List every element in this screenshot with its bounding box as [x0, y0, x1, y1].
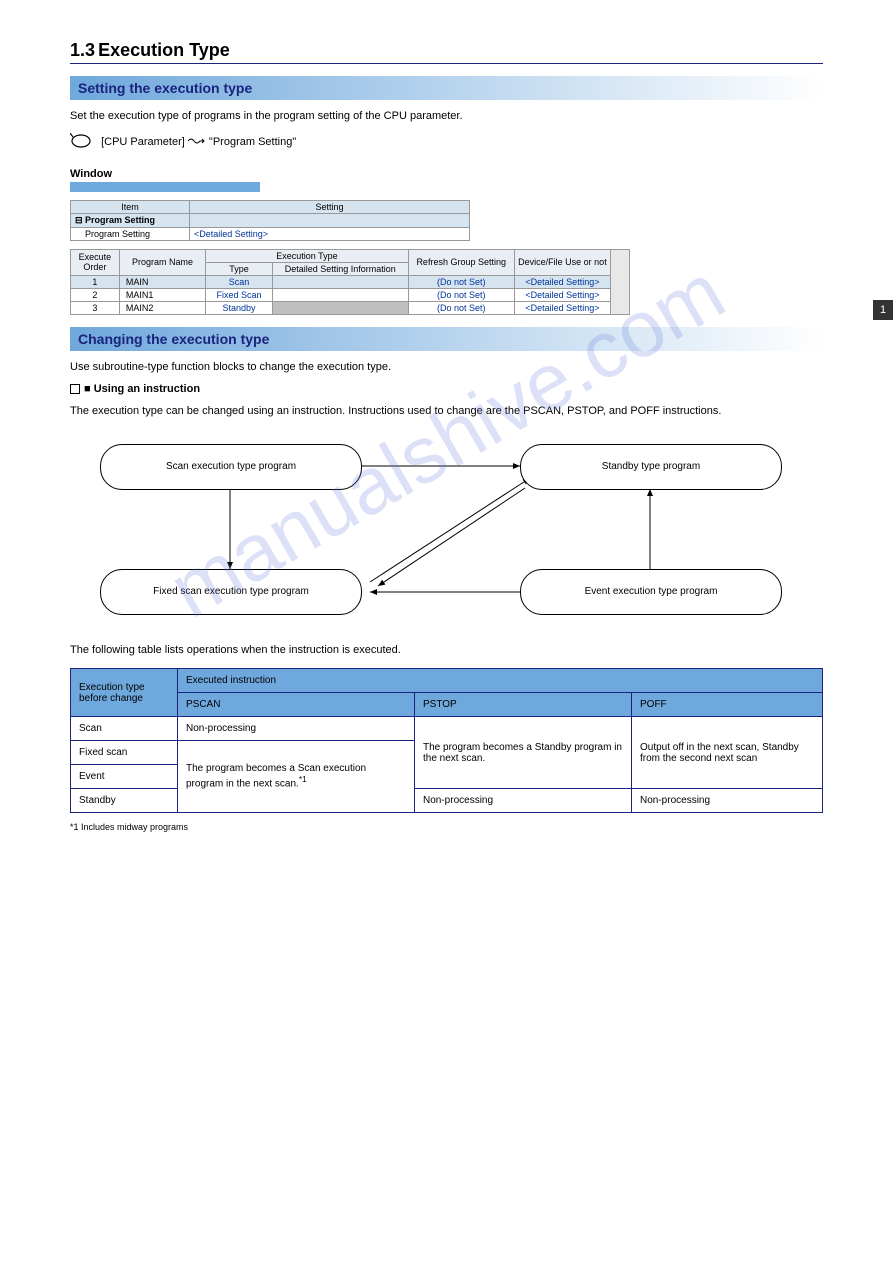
- table-desc: The following table lists operations whe…: [70, 642, 823, 659]
- cell-poff: Non-processing: [632, 789, 823, 813]
- cell-type: Fixed scan: [71, 741, 178, 765]
- ps-child-value[interactable]: <Detailed Setting>: [190, 227, 470, 240]
- cell-detail: [272, 288, 408, 301]
- cell-type: Standby: [71, 789, 178, 813]
- param-table: Item Setting ⊟ Program Setting Program S…: [70, 200, 470, 241]
- window-label: Window: [70, 168, 823, 180]
- flow-desc: The execution type can be changed using …: [70, 403, 823, 420]
- ps-child-label[interactable]: Program Setting: [71, 227, 190, 240]
- exec-table: Execute Order Program Name Execution Typ…: [70, 249, 630, 315]
- cell-device[interactable]: <Detailed Setting>: [514, 301, 610, 314]
- table-row[interactable]: 3 MAIN2 Standby (Do not Set) <Detailed S…: [71, 301, 630, 314]
- cell-type: Scan: [71, 717, 178, 741]
- th-exec-order: Execute Order: [71, 249, 120, 275]
- th-instr: Executed instruction: [178, 669, 823, 693]
- section-number: 1.3: [70, 40, 95, 60]
- th-pstop: PSTOP: [415, 693, 632, 717]
- cell-type[interactable]: Fixed Scan: [206, 288, 273, 301]
- arrow-icon: [188, 136, 206, 148]
- cell-pstop: Non-processing: [415, 789, 632, 813]
- param-th-setting: Setting: [190, 200, 470, 213]
- th-pscan: PSCAN: [178, 693, 415, 717]
- subheading-changing: Changing the execution type: [70, 327, 823, 351]
- th-device: Device/File Use or not: [514, 249, 610, 275]
- mouse-icon: [70, 133, 92, 152]
- cell-order: 2: [71, 288, 120, 301]
- subheading-setting: Setting the execution type: [70, 76, 823, 100]
- node-fixed: Fixed scan execution type program: [100, 569, 362, 615]
- nav-path: [CPU Parameter] "Program Setting": [70, 133, 823, 152]
- node-scan: Scan execution type program: [100, 444, 362, 490]
- flow-intro-heading: ■ Using an instruction: [70, 383, 823, 395]
- cell-type[interactable]: Standby: [206, 301, 273, 314]
- para-setting: Set the execution type of programs in th…: [70, 108, 823, 125]
- th-program-name: Program Name: [119, 249, 205, 275]
- cell-poff: Output off in the next scan, Standby fro…: [632, 717, 823, 789]
- footnote: *1 Includes midway programs: [70, 821, 823, 835]
- cell-order: 3: [71, 301, 120, 314]
- scrollbar[interactable]: [611, 249, 630, 314]
- cell-device[interactable]: <Detailed Setting>: [514, 275, 610, 288]
- cell-detail: [272, 301, 408, 314]
- th-poff: POFF: [632, 693, 823, 717]
- chapter-tab: 1: [873, 300, 893, 320]
- cell-device[interactable]: <Detailed Setting>: [514, 288, 610, 301]
- th-detail: Detailed Setting Information: [272, 262, 408, 275]
- th-before: Execution type before change: [71, 669, 178, 717]
- param-th-item: Item: [71, 200, 190, 213]
- th-type: Type: [206, 262, 273, 275]
- para-changing: Use subroutine-type function blocks to c…: [70, 359, 823, 376]
- cell-name: MAIN: [119, 275, 205, 288]
- section-title: Execution Type: [98, 40, 230, 60]
- flow-diagram: Scan execution type program Standby type…: [70, 434, 823, 634]
- cell-type[interactable]: Scan: [206, 275, 273, 288]
- square-bullet-icon: [70, 384, 80, 394]
- section-heading: 1.3 Execution Type: [70, 40, 823, 61]
- section-rule: [70, 63, 823, 64]
- window-underline: [70, 182, 260, 192]
- cell-refresh[interactable]: (Do not Set): [408, 275, 514, 288]
- th-exec-type: Execution Type: [206, 249, 408, 262]
- ps-row-label[interactable]: ⊟ Program Setting: [71, 213, 190, 227]
- node-standby: Standby type program: [520, 444, 782, 490]
- table-row[interactable]: 2 MAIN1 Fixed Scan (Do not Set) <Detaile…: [71, 288, 630, 301]
- cell-refresh[interactable]: (Do not Set): [408, 301, 514, 314]
- cell-pscan: Non-processing: [178, 717, 415, 741]
- cell-pscan: The program becomes a Scan execution pro…: [178, 741, 415, 813]
- cell-type: Event: [71, 765, 178, 789]
- cell-name: MAIN2: [119, 301, 205, 314]
- cell-pstop: The program becomes a Standby program in…: [415, 717, 632, 789]
- cell-name: MAIN1: [119, 288, 205, 301]
- ps-row-setting: [190, 213, 470, 227]
- table-row: Scan Non-processing The program becomes …: [71, 717, 823, 741]
- cell-refresh[interactable]: (Do not Set): [408, 288, 514, 301]
- node-event: Event execution type program: [520, 569, 782, 615]
- state-table: Execution type before change Executed in…: [70, 668, 823, 813]
- th-refresh: Refresh Group Setting: [408, 249, 514, 275]
- nav-text: [CPU Parameter] "Program Setting": [101, 136, 296, 148]
- table-row[interactable]: 1 MAIN Scan (Do not Set) <Detailed Setti…: [71, 275, 630, 288]
- cell-order: 1: [71, 275, 120, 288]
- cell-detail: [272, 275, 408, 288]
